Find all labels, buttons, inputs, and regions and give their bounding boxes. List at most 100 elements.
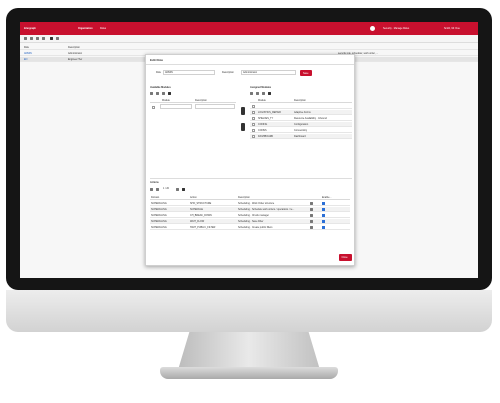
table-row: SCHEDULING WAIT_FLOW Scheduling · Save Fil…	[150, 219, 350, 224]
prev-page-icon[interactable]	[30, 37, 33, 40]
last-page-icon[interactable]	[42, 37, 45, 40]
col-action[interactable]: Action	[190, 196, 197, 199]
table-row: SCHEDULING SHO_STRUCTURE Scheduling · Work…	[150, 201, 350, 206]
available-modules-title: Available Modules	[150, 86, 171, 89]
first-page-icon[interactable]	[250, 92, 253, 95]
refresh-icon[interactable]	[56, 37, 59, 40]
actions-pager: 1 / 20	[150, 187, 230, 191]
move-right-button[interactable]	[241, 107, 245, 115]
close-button[interactable]: Close	[339, 254, 352, 261]
table-row: SCHEDULING SCHEDULE Scheduling · Schedule …	[150, 207, 350, 212]
col-description[interactable]: Description	[68, 46, 80, 49]
next-page-icon[interactable]	[162, 92, 165, 95]
top-bar: Intergraph Organization Roles Security ·…	[20, 22, 478, 35]
lock-icon	[310, 220, 313, 223]
screen: Intergraph Organization Roles Security ·…	[20, 22, 478, 278]
description-cell: Engineer Tier	[68, 58, 83, 61]
prev-page-icon[interactable]	[156, 188, 159, 191]
lock-icon	[310, 208, 313, 211]
assigned-header: Module Description	[250, 98, 352, 103]
page-count: 1 / 20	[163, 187, 169, 190]
next-page-icon[interactable]	[176, 188, 179, 191]
col-description[interactable]: Description	[238, 196, 250, 199]
monitor-stand-base	[160, 367, 338, 379]
col-description[interactable]: Description	[195, 99, 207, 102]
save-button[interactable]: Save	[300, 70, 312, 76]
table-header: Role Description	[20, 45, 478, 50]
module-name: Organization	[78, 27, 93, 30]
next-page-icon[interactable]	[262, 92, 265, 95]
lock-icon	[310, 226, 313, 229]
row-checkbox[interactable]	[252, 129, 255, 132]
user-avatar-icon[interactable]	[370, 26, 375, 31]
col-description[interactable]: Description	[294, 99, 306, 102]
actions-title: Actions	[150, 181, 159, 184]
monitor-chin	[6, 290, 492, 332]
list-item[interactable]	[250, 104, 352, 109]
col-module[interactable]: Module	[258, 99, 266, 102]
monitor-stand-neck	[178, 332, 320, 370]
select-all-checkbox[interactable]	[152, 105, 155, 109]
prev-page-icon[interactable]	[156, 92, 159, 95]
description-label: Description	[222, 71, 234, 74]
role-cell[interactable]: EN	[24, 58, 27, 61]
role-cell[interactable]: ADMIN	[24, 52, 32, 55]
user-name[interactable]: Smith, Mr. Doe	[444, 27, 460, 30]
user-role: Security · Manage Roles	[383, 27, 410, 30]
table-row: SCHEDULING CH_BREAK_DOWN Scheduling · Chun…	[150, 213, 350, 218]
row-checkbox[interactable]	[252, 105, 255, 108]
enabled-checkbox[interactable]	[322, 226, 325, 229]
filter-icon[interactable]	[268, 92, 271, 95]
filter-icon[interactable]	[168, 92, 171, 95]
lock-icon	[310, 214, 313, 217]
main-toolbar	[20, 35, 478, 43]
prev-page-icon[interactable]	[256, 92, 259, 95]
col-enabled[interactable]: Enable...	[322, 196, 331, 199]
row-checkbox[interactable]	[252, 123, 255, 126]
available-pager	[150, 91, 230, 95]
role-field[interactable]: ADMIN	[163, 70, 215, 75]
filter-icon[interactable]	[182, 188, 185, 191]
actions-header: Domain Action Description Enable...	[150, 195, 350, 200]
col-domain[interactable]: Domain	[151, 196, 159, 199]
available-header: Module Description	[150, 98, 236, 103]
description-filter[interactable]	[195, 104, 235, 109]
list-item[interactable]: SHELVES_TY Resource Availability · Inboun…	[250, 116, 352, 121]
enabled-checkbox[interactable]	[322, 220, 325, 223]
move-left-button[interactable]	[241, 123, 245, 131]
app-logo[interactable]: Intergraph	[24, 27, 36, 30]
row-checkbox[interactable]	[252, 111, 255, 114]
module-filter[interactable]	[160, 104, 192, 109]
description-field[interactable]: Administrator	[241, 70, 296, 75]
enabled-checkbox[interactable]	[322, 202, 325, 205]
actions-table: SCHEDULING SHO_STRUCTURE Scheduling · Work…	[150, 201, 350, 241]
lock-icon	[310, 202, 313, 205]
divider	[146, 64, 354, 65]
filter-icon[interactable]	[50, 37, 53, 40]
list-item[interactable]: CONFIG Configuration	[250, 122, 352, 127]
assigned-list: LOGISTICS_REPAIR Adaptive Forms SHELVES_T…	[250, 104, 352, 149]
list-item[interactable]: LOGISTICS_REPAIR Adaptive Forms	[250, 110, 352, 115]
table-row: SCHEDULING SWIT_PUBLIC_FILTER Scheduling ·…	[150, 225, 350, 230]
assigned-pager	[250, 91, 330, 95]
edit-role-dialog: Edit Role Role ADMIN Description Adminis…	[145, 54, 355, 266]
available-filter-row	[150, 104, 236, 110]
col-role[interactable]: Role	[24, 46, 29, 49]
list-item[interactable]: DASHBOARD Dashboard	[250, 134, 352, 139]
next-page-icon[interactable]	[36, 37, 39, 40]
assigned-modules-title: Assigned Modules	[250, 86, 272, 89]
row-checkbox[interactable]	[252, 135, 255, 138]
first-page-icon[interactable]	[150, 188, 153, 191]
row-checkbox[interactable]	[252, 117, 255, 120]
divider	[150, 178, 352, 179]
enabled-checkbox[interactable]	[322, 214, 325, 217]
list-item[interactable]: CONNS Connectivity	[250, 128, 352, 133]
role-label: Role	[156, 71, 161, 74]
first-page-icon[interactable]	[24, 37, 27, 40]
col-module[interactable]: Module	[162, 99, 170, 102]
module-sub: Roles	[100, 27, 107, 30]
enabled-checkbox[interactable]	[322, 208, 325, 211]
dialog-title: Edit Role	[150, 58, 164, 62]
description-cell: Administrator	[68, 52, 83, 55]
first-page-icon[interactable]	[150, 92, 153, 95]
